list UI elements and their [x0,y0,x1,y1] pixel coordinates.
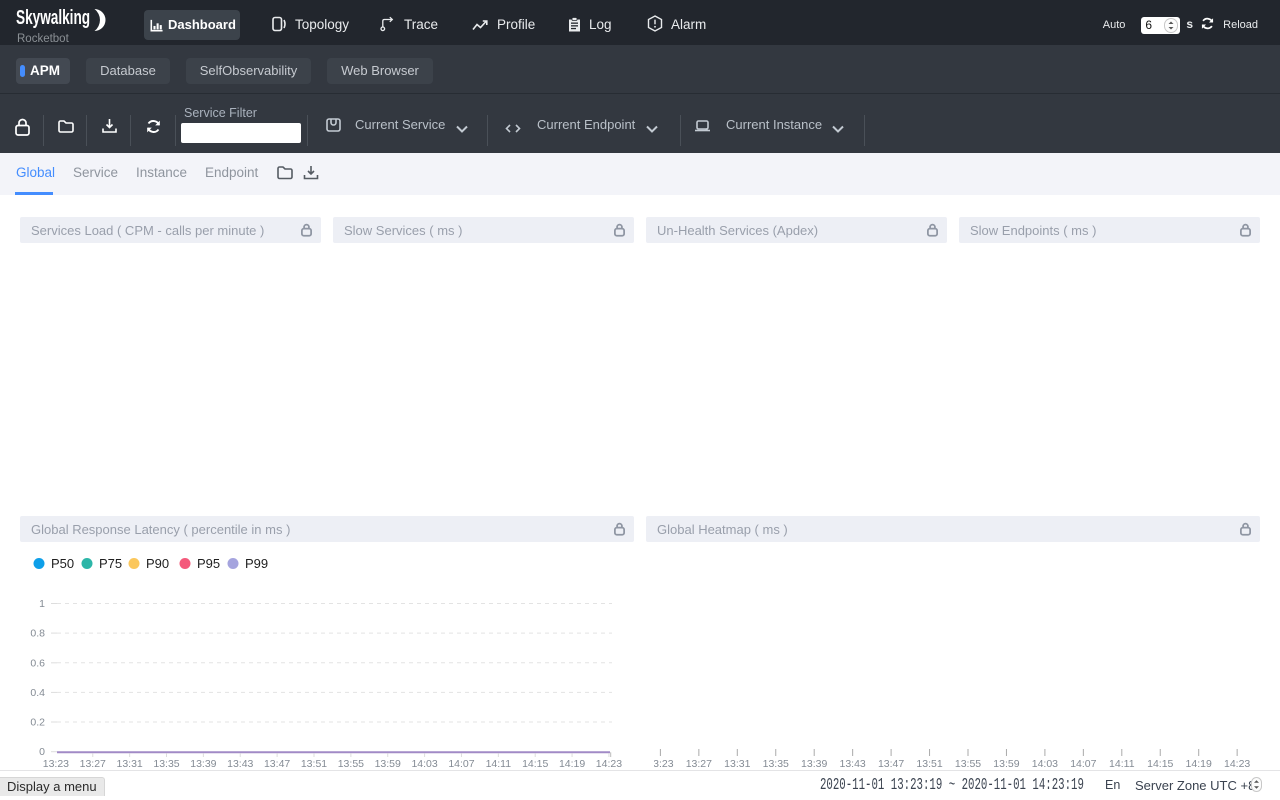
svg-text:13:23: 13:23 [43,758,69,770]
svg-text:13:23: 13:23 [654,758,674,770]
svg-text:P95: P95 [197,556,220,571]
svg-text:14:19: 14:19 [1186,758,1212,770]
svg-text:14:15: 14:15 [522,758,548,770]
svg-text:13:31: 13:31 [724,758,750,770]
svg-text:0: 0 [39,746,45,758]
svg-text:13:35: 13:35 [763,758,789,770]
svg-text:14:15: 14:15 [1147,758,1173,770]
svg-text:13:55: 13:55 [338,758,364,770]
svg-text:P99: P99 [245,556,268,571]
svg-text:13:51: 13:51 [301,758,327,770]
svg-text:14:23: 14:23 [596,758,622,770]
svg-text:13:55: 13:55 [955,758,981,770]
svg-text:P50: P50 [51,556,74,571]
svg-text:14:03: 14:03 [411,758,437,770]
svg-text:14:23: 14:23 [1224,758,1250,770]
svg-text:14:11: 14:11 [1109,758,1135,770]
svg-text:13:43: 13:43 [227,758,253,770]
svg-text:14:11: 14:11 [486,758,512,770]
svg-text:13:39: 13:39 [801,758,827,770]
svg-text:13:51: 13:51 [916,758,942,770]
svg-text:13:59: 13:59 [993,758,1019,770]
svg-text:13:43: 13:43 [840,758,866,770]
svg-text:0.6: 0.6 [30,657,45,669]
svg-text:0.8: 0.8 [30,628,45,640]
svg-text:0.2: 0.2 [30,717,45,729]
svg-text:14:03: 14:03 [1032,758,1058,770]
svg-text:13:27: 13:27 [686,758,712,770]
svg-text:13:47: 13:47 [878,758,904,770]
svg-text:14:07: 14:07 [448,758,474,770]
svg-text:P90: P90 [146,556,169,571]
svg-text:13:39: 13:39 [190,758,216,770]
svg-text:13:59: 13:59 [375,758,401,770]
svg-text:13:35: 13:35 [153,758,179,770]
svg-text:1: 1 [39,598,45,610]
svg-text:14:07: 14:07 [1070,758,1096,770]
svg-text:13:47: 13:47 [264,758,290,770]
svg-text:13:27: 13:27 [80,758,106,770]
svg-text:13:31: 13:31 [116,758,142,770]
svg-text:14:19: 14:19 [559,758,585,770]
svg-text:0.4: 0.4 [30,687,45,699]
svg-text:P75: P75 [99,556,122,571]
